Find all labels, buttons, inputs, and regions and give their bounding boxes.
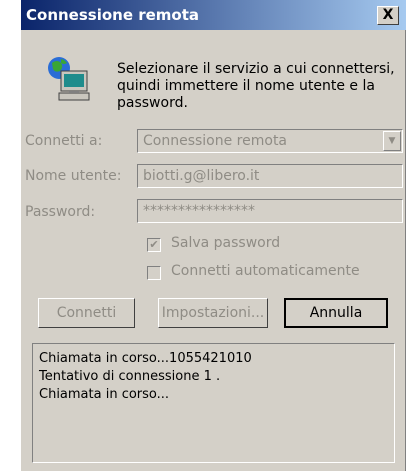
username-label: Nome utente: xyxy=(25,168,122,184)
dialup-computer-icon xyxy=(47,55,93,105)
dialup-dialog: Connessione remota X Selezionare il serv… xyxy=(21,0,406,471)
settings-button[interactable]: Impostazioni... xyxy=(158,298,268,328)
connect-button[interactable]: Connetti xyxy=(38,298,135,328)
log-line: Tentativo di connessione 1 . xyxy=(39,369,221,384)
chevron-down-icon[interactable]: ▼ xyxy=(383,131,401,151)
save-password-label: Salva password xyxy=(171,235,281,251)
connect-to-select[interactable]: Connessione remota ▼ xyxy=(137,129,403,153)
connect-to-value: Connessione remota xyxy=(143,133,288,149)
log-line: Chiamata in corso...1055421010 xyxy=(39,351,252,366)
auto-connect-label: Connetti automaticamente xyxy=(171,263,360,279)
window-title: Connessione remota xyxy=(26,6,200,24)
log-line: Chiamata in corso... xyxy=(39,387,170,402)
intro-text: Selezionare il servizio a cui connetters… xyxy=(117,61,395,111)
status-log: Chiamata in corso...1055421010 Tentativo… xyxy=(32,343,395,463)
title-bar[interactable]: Connessione remota X xyxy=(21,0,406,30)
cancel-button[interactable]: Annulla xyxy=(284,298,388,328)
username-value: biotti.g@libero.it xyxy=(143,168,260,184)
password-value: **************** xyxy=(143,203,255,219)
close-button[interactable]: X xyxy=(377,6,399,25)
connect-to-label: Connetti a: xyxy=(25,133,103,149)
username-field[interactable]: biotti.g@libero.it xyxy=(137,164,403,188)
save-password-checkbox[interactable]: ✔ xyxy=(147,238,161,252)
password-label: Password: xyxy=(25,204,96,220)
auto-connect-checkbox[interactable] xyxy=(147,266,161,280)
password-field[interactable]: **************** xyxy=(137,199,403,223)
